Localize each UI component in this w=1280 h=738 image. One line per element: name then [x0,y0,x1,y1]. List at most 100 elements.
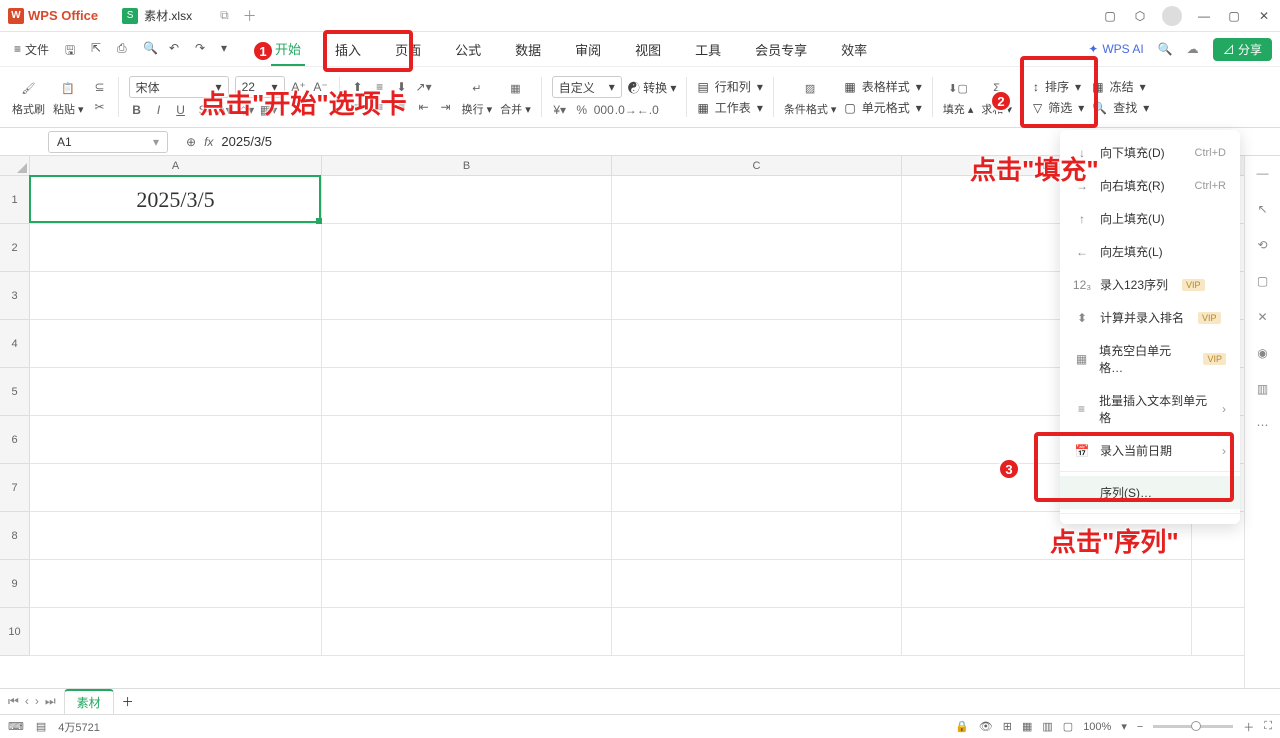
wrap-button[interactable]: ↵换行 ▾ [462,77,493,117]
fill-up-item[interactable]: ↑向上填充(U) [1060,202,1240,235]
next-sheet-icon[interactable]: › [35,694,39,709]
cell[interactable] [322,416,612,463]
size-select[interactable]: 22▾ [235,76,285,98]
cell[interactable] [322,464,612,511]
undo-icon[interactable]: ↶ [169,41,185,57]
fill-blank-item[interactable]: ▦填充空白单元格…VIP [1060,334,1240,384]
cell[interactable] [612,512,902,559]
fill-series-item[interactable]: 序列(S)… [1060,476,1240,509]
cell[interactable] [322,368,612,415]
redo-icon[interactable]: ↷ [195,41,211,57]
zoom-fx-icon[interactable]: ⊕ [186,135,196,149]
fx-icon[interactable]: fx [204,135,213,149]
fill-rank-item[interactable]: ⬍计算并录入排名VIP [1060,301,1240,334]
cell[interactable] [30,608,322,655]
font-color-icon[interactable]: A▾ [217,102,233,118]
row-header[interactable]: 9 [0,560,29,608]
name-box[interactable]: A1▾ [48,131,168,153]
side-tools-icon[interactable]: ✕ [1257,310,1267,324]
inc-dec-icon[interactable]: .0→ [618,102,634,118]
row-header[interactable]: 1 [0,176,29,224]
tab-clone-icon[interactable]: ⧉ [220,8,229,23]
fullscreen-icon[interactable]: ⛶ [1264,720,1272,733]
cond-format-button[interactable]: ▨条件格式 ▾ [784,77,837,117]
cell[interactable] [612,176,902,223]
add-sheet-icon[interactable]: ＋ [122,693,134,710]
dec-dec-icon[interactable]: ←.0 [640,102,656,118]
cell[interactable] [30,560,322,607]
tab-efficiency[interactable]: 效率 [837,34,871,65]
cell[interactable] [612,224,902,271]
align-bot-icon[interactable]: ⬇ [394,79,410,95]
cell[interactable] [30,224,322,271]
strike-icon[interactable]: S̶ [195,102,211,118]
side-clipboard-icon[interactable]: ▢ [1257,274,1268,288]
tab-view[interactable]: 视图 [631,34,665,65]
cell[interactable] [30,416,322,463]
cell[interactable] [30,320,322,367]
close-icon[interactable]: ✕ [1256,8,1272,24]
cell[interactable] [612,608,902,655]
fill-date-item[interactable]: 📅录入当前日期› [1060,434,1240,467]
row-header[interactable]: 6 [0,416,29,464]
fill-down-item[interactable]: ↓向下填充(D)Ctrl+D [1060,136,1240,169]
cell[interactable] [322,224,612,271]
fill-color-icon[interactable]: ◇▾ [239,102,255,118]
row-header[interactable]: 5 [0,368,29,416]
number-format-select[interactable]: 自定义▾ [552,76,622,98]
view-normal-icon[interactable]: ▦ [1022,720,1032,733]
row-header[interactable]: 10 [0,608,29,656]
prev-sheet-icon[interactable]: ‹ [25,694,29,709]
tab-formula[interactable]: 公式 [451,34,485,65]
status-mode-icon[interactable]: ⌨ [8,720,24,733]
status-view-icon[interactable]: 👁 [979,720,993,733]
rowcol-button[interactable]: ▤ 行和列 ▾ [697,78,762,95]
cell-format-button[interactable]: ▢ 单元格式 ▾ [844,99,921,116]
cell[interactable] [612,272,902,319]
cell[interactable] [30,272,322,319]
copy-icon[interactable]: ⊆ [92,79,108,95]
fill-left-item[interactable]: ←向左填充(L) [1060,235,1240,268]
paste-button[interactable]: 📋粘贴 ▾ [53,77,84,117]
font-select[interactable]: 宋体▾ [129,76,229,98]
cube-icon[interactable]: ⬡ [1132,8,1148,24]
align-right-icon[interactable]: ≡ [394,99,410,115]
filter-button[interactable]: ▽ 筛选 ▾ [1033,99,1084,116]
col-header[interactable]: B [322,156,612,175]
align-center-icon[interactable]: ≡ [372,99,388,115]
first-sheet-icon[interactable]: ⏮ [8,694,19,709]
row-header[interactable]: 2 [0,224,29,272]
preview-icon[interactable]: 🔍 [143,41,159,57]
side-more-icon[interactable]: ⋯ [1257,418,1269,432]
fill-right-item[interactable]: →向右填充(R)Ctrl+R [1060,169,1240,202]
cell[interactable] [612,416,902,463]
find-button[interactable]: 🔍 查找 ▾ [1092,99,1149,116]
row-header[interactable]: 7 [0,464,29,512]
file-menu[interactable]: ≡ 文件 [8,39,55,60]
percent-icon[interactable]: % [574,102,590,118]
cut-icon[interactable]: ✂ [92,99,108,115]
cell[interactable] [322,320,612,367]
save-icon[interactable]: 🖫 [65,41,81,57]
tab-review[interactable]: 审阅 [571,34,605,65]
search-icon[interactable]: 🔍 [1158,42,1173,56]
comma-icon[interactable]: 000 [596,102,612,118]
format-painter-button[interactable]: 🖌格式刷 [12,77,45,117]
cell[interactable] [30,368,322,415]
table-style-button[interactable]: ▦ 表格样式 ▾ [844,78,921,95]
share-button[interactable]: ⊿ 分享 [1213,38,1272,61]
align-mid-icon[interactable]: ≡ [372,79,388,95]
row-header[interactable]: 4 [0,320,29,368]
indent-icon[interactable]: ⇤ [416,99,432,115]
cell[interactable] [322,176,612,223]
zoom-out-icon[interactable]: − [1137,721,1143,733]
maximize-icon[interactable]: ▢ [1226,8,1242,24]
tab-member[interactable]: 会员专享 [751,34,811,65]
merge-button[interactable]: ▦合并 ▾ [500,77,531,117]
zoom-slider[interactable] [1153,725,1233,728]
status-grid-icon[interactable]: ⊞ [1003,720,1012,733]
outdent-icon[interactable]: ⇥ [438,99,454,115]
align-left-icon[interactable]: ≡ [350,99,366,115]
cloud-icon[interactable]: ☁ [1187,42,1199,56]
side-settings-icon[interactable]: ⟲ [1257,238,1267,252]
